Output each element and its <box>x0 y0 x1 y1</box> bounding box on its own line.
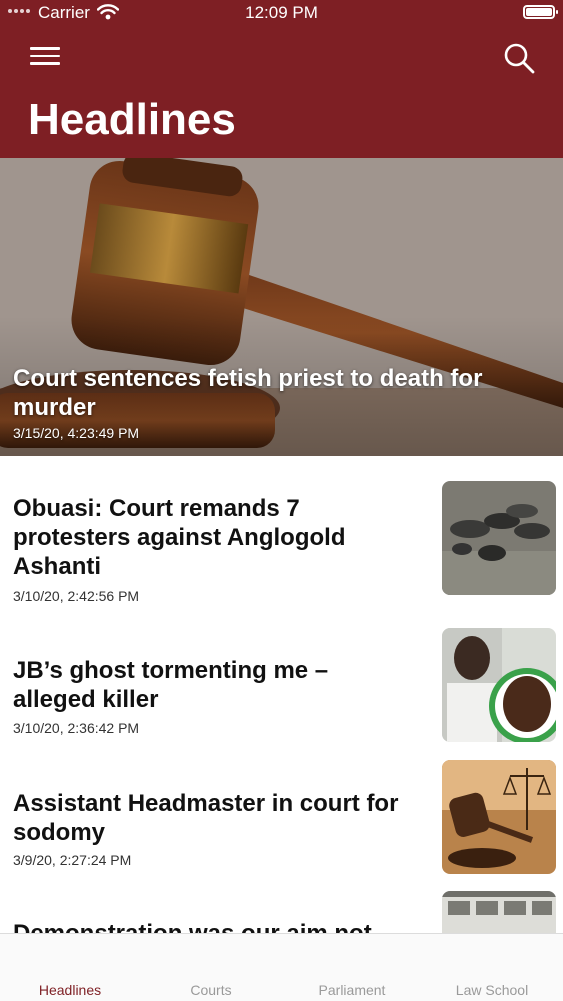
app-header: Carrier 12:09 PM Headlines <box>0 0 563 158</box>
article-date: 3/10/20, 2:42:56 PM <box>13 588 140 604</box>
article-item[interactable]: Assistant Headmaster in court for sodomy… <box>0 751 563 881</box>
clock: 12:09 PM <box>245 3 318 22</box>
tab-law-school[interactable]: Law School <box>422 982 562 998</box>
search-icon[interactable] <box>501 40 537 76</box>
menu-button[interactable] <box>30 44 60 70</box>
article-title: Demonstration was our aim not <box>13 919 413 933</box>
hamburger-icon <box>30 47 60 50</box>
article-item[interactable]: JB’s ghost tormenting me – alleged kille… <box>0 606 563 751</box>
building-thumbnail <box>442 891 556 933</box>
article-item[interactable]: Obuasi: Court remands 7 protesters again… <box>0 456 563 606</box>
tab-courts[interactable]: Courts <box>141 982 281 998</box>
tires-thumbnail <box>442 481 556 595</box>
featured-article-date: 3/15/20, 4:23:49 PM <box>13 425 140 441</box>
tab-headlines[interactable]: Headlines <box>0 982 140 998</box>
article-date: 3/10/20, 2:36:42 PM <box>13 720 140 736</box>
status-bar: Carrier 12:09 PM <box>0 0 563 28</box>
featured-article-title: Court sentences fetish priest to death f… <box>13 365 483 421</box>
article-title: JB’s ghost tormenting me – alleged kille… <box>13 657 329 713</box>
tab-parliament[interactable]: Parliament <box>282 982 422 998</box>
article-item[interactable]: Demonstration was our aim not <box>0 881 563 933</box>
article-title: Assistant Headmaster in court for sodomy <box>13 790 399 846</box>
portrait-thumbnail <box>442 628 556 742</box>
battery-icon <box>523 5 558 19</box>
article-date: 3/9/20, 2:27:24 PM <box>13 852 132 868</box>
gavel-scales-thumbnail <box>442 760 556 874</box>
article-title: Obuasi: Court remands 7 protesters again… <box>13 495 346 580</box>
page-title: Headlines <box>28 95 236 144</box>
tab-bar: Headlines Courts Parliament Law School <box>0 933 563 1001</box>
featured-article[interactable]: Court sentences fetish priest to death f… <box>0 158 563 456</box>
